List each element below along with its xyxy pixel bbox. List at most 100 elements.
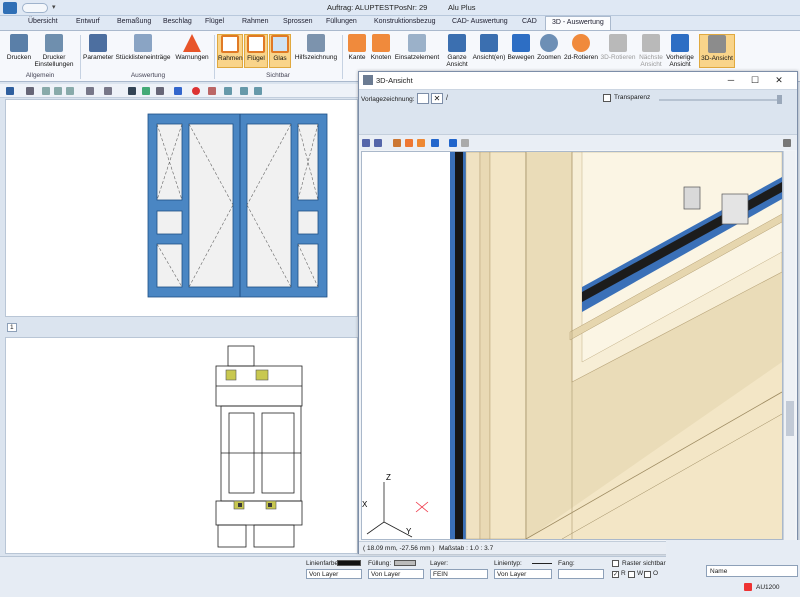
clear-vorlage-button[interactable]: ✕ (431, 93, 443, 104)
back-icon[interactable] (449, 139, 457, 147)
orbit-icon[interactable] (417, 139, 425, 147)
right-panel: Name AU1200 (666, 540, 800, 595)
next-view-button[interactable]: Nächste Ansicht (637, 34, 665, 68)
tool-icon[interactable] (208, 87, 216, 95)
raster-label: Raster sichtbar (622, 560, 666, 567)
linienfarbe-select[interactable]: Von Layer (306, 569, 362, 579)
toggle-hilfszeichnung-button[interactable]: Hilfszeichnung (293, 34, 339, 61)
grid-icon[interactable] (374, 139, 382, 147)
einsatzelement-button[interactable]: Einsatzelement (394, 34, 440, 61)
drawing-toolbar (0, 84, 360, 98)
minimize-button[interactable]: ─ (721, 75, 741, 85)
quick-access-toolbar[interactable] (22, 3, 48, 13)
print-icon[interactable] (26, 87, 34, 95)
fang-select[interactable] (558, 569, 604, 579)
tab-bemassung[interactable]: Bemaßung (117, 18, 151, 25)
save-icon[interactable] (6, 87, 14, 95)
raster-r-checkbox[interactable]: ✓ (612, 571, 619, 578)
kante-button[interactable]: Kante (346, 34, 368, 61)
ganze-ansicht-button[interactable]: Ganze Ansicht (443, 34, 471, 68)
section-view[interactable] (5, 337, 358, 554)
view-3d-button[interactable]: 3D-Ansicht (699, 34, 735, 68)
tab-entwurf[interactable]: Entwurf (76, 18, 100, 25)
tab-fluegel[interactable]: Flügel (205, 18, 224, 25)
fill-color-swatch (394, 560, 416, 566)
raster-w-checkbox[interactable] (628, 571, 635, 578)
slider-handle[interactable] (777, 95, 782, 104)
app-icon[interactable] (3, 2, 17, 14)
warning-icon (183, 34, 201, 52)
tab-rahmen[interactable]: Rahmen (242, 18, 268, 25)
copy-icon[interactable] (54, 87, 62, 95)
elevation-view[interactable] (5, 99, 358, 317)
tab-konstruktionsbezug[interactable]: Konstruktionsbezug (374, 18, 435, 25)
3d-window-titlebar[interactable]: 3D-Ansicht ─ ☐ ✕ (359, 72, 797, 90)
zoomen-button[interactable]: Zoomen (536, 34, 562, 61)
paste-icon[interactable] (66, 87, 74, 95)
group-separator (214, 35, 215, 79)
parameter-icon (89, 34, 107, 52)
pane-tab[interactable]: 1 (7, 323, 17, 332)
tab-sprossen[interactable]: Sprossen (283, 18, 313, 25)
transparenz-checkbox[interactable] (603, 94, 611, 102)
redo-icon[interactable] (104, 87, 112, 95)
edit-icon[interactable] (240, 87, 248, 95)
tab-cad[interactable]: CAD (522, 18, 537, 25)
linientyp-select[interactable]: Von Layer (494, 569, 552, 579)
stueckliste-button[interactable]: Stücklisteneinträge (114, 34, 172, 61)
knoten-button[interactable]: Knoten (369, 34, 393, 61)
undo-icon[interactable] (86, 87, 94, 95)
refresh-icon[interactable] (174, 87, 182, 95)
rotate-3d-button[interactable]: 3D-Rotieren (600, 34, 636, 61)
fluegel-label: Flügel (247, 55, 265, 62)
print-button[interactable]: Drucken (5, 34, 33, 61)
rotate-2d-button[interactable]: 2d-Rotieren (563, 34, 599, 61)
raster-checkbox[interactable] (612, 560, 619, 567)
align-icon[interactable] (254, 87, 262, 95)
tab-3d-auswertung[interactable]: 3D - Auswertung (545, 16, 611, 31)
vertical-scrollbar[interactable] (783, 151, 795, 540)
walk-icon[interactable] (393, 139, 401, 147)
vorlage-select-button[interactable] (417, 93, 429, 104)
globe-icon[interactable] (142, 87, 150, 95)
cut-icon[interactable] (42, 87, 50, 95)
check-icon[interactable] (224, 87, 232, 95)
3d-window-toolbar: Vorlagezeichnung: ✕ / Transparenz (359, 90, 797, 150)
pan-icon[interactable] (431, 139, 439, 147)
toggle-fluegel-button[interactable]: Flügel (244, 34, 268, 68)
eye-icon[interactable] (128, 87, 136, 95)
toggle-glas-button[interactable]: Glas (269, 34, 291, 68)
name-field[interactable]: Name (706, 565, 798, 577)
tab-beschlag[interactable]: Beschlag (163, 18, 192, 25)
3d-view-window[interactable]: 3D-Ansicht ─ ☐ ✕ Vorlagezeichnung: ✕ / T… (358, 71, 798, 554)
bewegen-button[interactable]: Bewegen (507, 34, 535, 61)
parameter-label: Parameter (83, 54, 114, 61)
warnings-button[interactable]: Warnungen (173, 34, 211, 61)
fit-icon[interactable] (362, 139, 370, 147)
signal-icon (744, 583, 752, 591)
layer-select[interactable]: FEIN (430, 569, 488, 579)
pane-splitter[interactable]: 1 (5, 318, 358, 336)
tab-uebersicht[interactable]: Übersicht (28, 18, 58, 25)
fuellung-select[interactable]: Von Layer (368, 569, 424, 579)
rotate-icon[interactable] (405, 139, 413, 147)
tab-fuellungen[interactable]: Füllungen (326, 18, 357, 25)
close-button[interactable]: ✕ (769, 75, 789, 86)
3d-viewport[interactable]: Z X Y (361, 151, 783, 540)
layers-icon[interactable] (156, 87, 164, 95)
ansichten-button[interactable]: Ansicht(en) (472, 34, 506, 61)
views-icon (480, 34, 498, 52)
scrollbar-thumb[interactable] (786, 401, 794, 436)
parameter-button[interactable]: Parameter (83, 34, 113, 61)
raster-o-checkbox[interactable] (644, 571, 651, 578)
tab-cad-auswertung[interactable]: CAD- Auswertung (452, 18, 508, 25)
forward-icon[interactable] (461, 139, 469, 147)
chevron-down-icon[interactable]: ▾ (52, 3, 56, 11)
printer-settings-button[interactable]: Drucker Einstellungen (34, 34, 74, 68)
toggle-rahmen-button[interactable]: Rahmen (217, 34, 243, 68)
maximize-button[interactable]: ☐ (745, 75, 765, 86)
refresh-icon[interactable] (783, 139, 791, 147)
stop-icon[interactable] (192, 87, 200, 95)
previous-view-button[interactable]: Vorherige Ansicht (666, 34, 694, 68)
transparenz-slider[interactable] (659, 99, 779, 101)
